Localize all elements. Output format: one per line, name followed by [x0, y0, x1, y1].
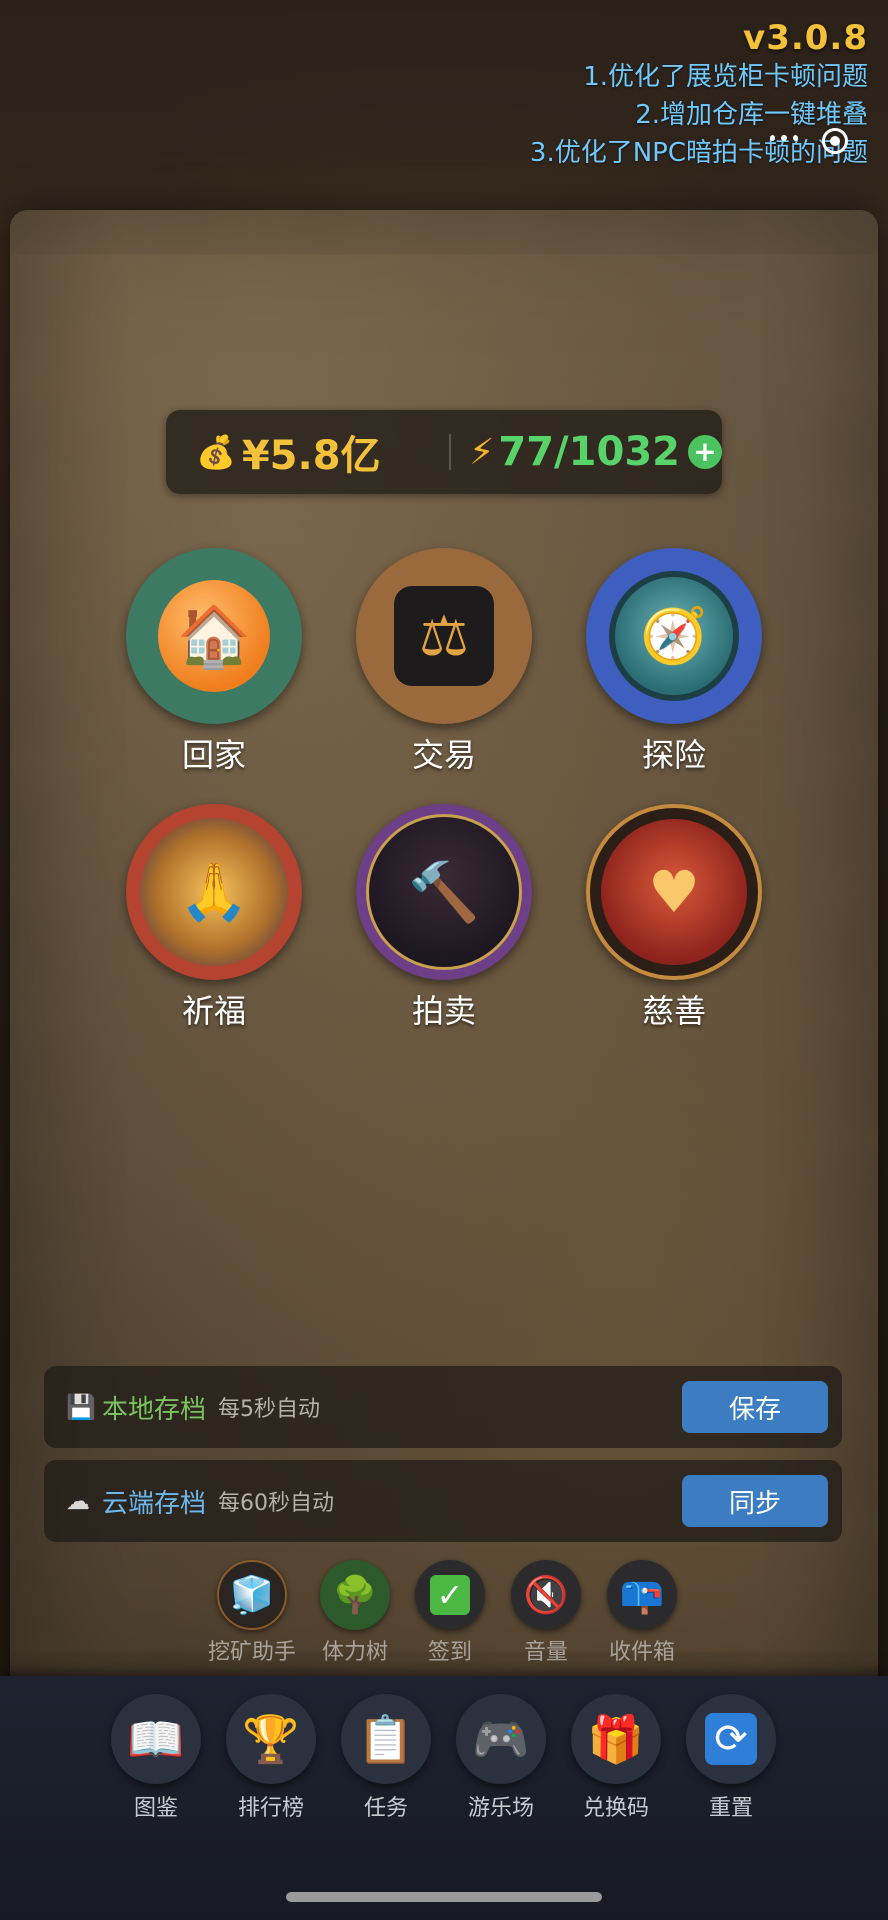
money-bag-icon: 💰	[196, 433, 236, 471]
nav-label: 重置	[708, 1796, 753, 1821]
menu-auction[interactable]: 🔨 拍卖	[354, 804, 534, 1032]
tool-label: 音量	[523, 1640, 568, 1665]
trade-button[interactable]: ⚖	[356, 548, 532, 724]
tool-label: 签到	[427, 1640, 472, 1665]
cloud-icon: ☁	[66, 1487, 90, 1515]
nav-label: 游乐场	[467, 1796, 534, 1821]
money-value: ¥5.8亿	[241, 433, 381, 479]
tool-volume[interactable]: 🔇 音量	[498, 1560, 594, 1666]
menu-label: 回家	[181, 736, 246, 774]
menu-home[interactable]: 🏠 回家	[124, 548, 304, 776]
auction-button[interactable]: 🔨	[356, 804, 532, 980]
nav-item-reset[interactable]: ⟳ 重置	[681, 1694, 781, 1822]
tool-checkin[interactable]: ✓ 签到	[402, 1560, 498, 1666]
trophy-icon: 🏆	[226, 1694, 316, 1784]
book-icon: 📖	[111, 1694, 201, 1784]
menu-pray[interactable]: 🙏 祈福	[124, 804, 304, 1032]
menu-label: 探险	[641, 736, 706, 774]
nav-item-tasks[interactable]: 📋 任务	[336, 1694, 436, 1822]
tool-label: 挖矿助手	[207, 1640, 296, 1665]
home-indicator	[286, 1892, 602, 1902]
gift-icon: 🎁	[571, 1694, 661, 1784]
nav-item-redeem[interactable]: 🎁 兑换码	[566, 1694, 666, 1822]
home-button[interactable]: 🏠	[126, 548, 302, 724]
tree-icon: 🌳	[320, 1560, 390, 1630]
nav-item-codex[interactable]: 📖 图鉴	[106, 1694, 206, 1822]
money-display: 💰 ¥5.8亿	[166, 423, 431, 481]
house-icon: 🏠	[158, 580, 270, 692]
praying-hands-icon: 🙏	[140, 818, 288, 966]
scales-icon: ⚖	[394, 586, 494, 686]
refresh-icon: ⟳	[686, 1694, 776, 1784]
divider	[449, 434, 452, 470]
gamepad-icon: 🎮	[456, 1694, 546, 1784]
nav-item-playground[interactable]: 🎮 游乐场	[451, 1694, 551, 1822]
changelog-item: 3.优化了NPC暗拍卡顿的问题	[529, 138, 868, 168]
energy-value: 77/1032	[498, 429, 680, 475]
close-miniprogram-icon[interactable]	[822, 128, 848, 154]
menu-label: 慈善	[641, 992, 706, 1030]
add-energy-button[interactable]: +	[688, 435, 722, 469]
mailbox-icon: 📪	[607, 1560, 677, 1630]
menu-trade[interactable]: ⚖ 交易	[354, 548, 534, 776]
more-options-icon[interactable]	[770, 130, 798, 146]
menu-label: 拍卖	[411, 992, 476, 1030]
nav-label: 任务	[363, 1796, 408, 1821]
nav-label: 兑换码	[582, 1796, 649, 1821]
tool-mining-assistant[interactable]: 🧊 挖矿助手	[204, 1560, 300, 1666]
changelog-item: 1.优化了展览柜卡顿问题	[583, 62, 868, 92]
charity-button[interactable]: ♥	[586, 804, 762, 980]
version-number: v3.0.8	[743, 18, 868, 58]
cloud-save-subtitle: 每60秒自动	[218, 1491, 335, 1516]
lightning-icon: ⚡	[469, 431, 495, 473]
version-info: v3.0.8 1.优化了展览柜卡顿问题 2.增加仓库一键堆叠 3.优化了NPC暗…	[530, 18, 868, 172]
save-button[interactable]: 保存	[682, 1381, 828, 1433]
nav-label: 图鉴	[133, 1796, 178, 1821]
menu-explore[interactable]: 🧭 探险	[584, 548, 764, 776]
heart-hands-icon: ♥	[601, 819, 747, 965]
sync-button[interactable]: 同步	[682, 1475, 828, 1527]
gavel-icon: 🔨	[366, 814, 522, 970]
menu-label: 祈福	[181, 992, 246, 1030]
checkmark-icon: ✓	[415, 1560, 485, 1630]
local-save-title: 本地存档	[102, 1394, 207, 1425]
energy-display: ⚡ 77/1032 +	[469, 429, 722, 475]
nav-label: 排行榜	[237, 1796, 304, 1821]
tool-label: 体力树	[321, 1640, 388, 1665]
tool-inbox[interactable]: 📪 收件箱	[594, 1560, 690, 1666]
menu-label: 交易	[411, 736, 476, 774]
nav-item-leaderboard[interactable]: 🏆 排行榜	[221, 1694, 321, 1822]
clipboard-icon: 📋	[341, 1694, 431, 1784]
compass-map-icon: 🧭	[609, 571, 739, 701]
currency-bar: 💰 ¥5.8亿 ⚡ 77/1032 +	[166, 410, 722, 494]
tool-label: 收件箱	[608, 1640, 675, 1665]
local-save-subtitle: 每5秒自动	[218, 1397, 321, 1422]
changelog-item: 2.增加仓库一键堆叠	[635, 100, 868, 130]
ice-cube-icon: 🧊	[217, 1560, 287, 1630]
mute-icon: 🔇	[511, 1560, 581, 1630]
cloud-save-title: 云端存档	[102, 1488, 207, 1519]
pray-button[interactable]: 🙏	[126, 804, 302, 980]
local-save-row: 💾 本地存档 每5秒自动 保存	[44, 1366, 842, 1448]
cloud-save-row: ☁ 云端存档 每60秒自动 同步	[44, 1460, 842, 1542]
explore-button[interactable]: 🧭	[586, 548, 762, 724]
floppy-icon: 💾	[66, 1393, 96, 1421]
bottom-navigation: 📖 图鉴 🏆 排行榜 📋 任务 🎮 游乐场 🎁 兑换码 ⟳ 重置	[0, 1676, 888, 1920]
tool-stamina-tree[interactable]: 🌳 体力树	[307, 1560, 403, 1666]
menu-charity[interactable]: ♥ 慈善	[584, 804, 764, 1032]
